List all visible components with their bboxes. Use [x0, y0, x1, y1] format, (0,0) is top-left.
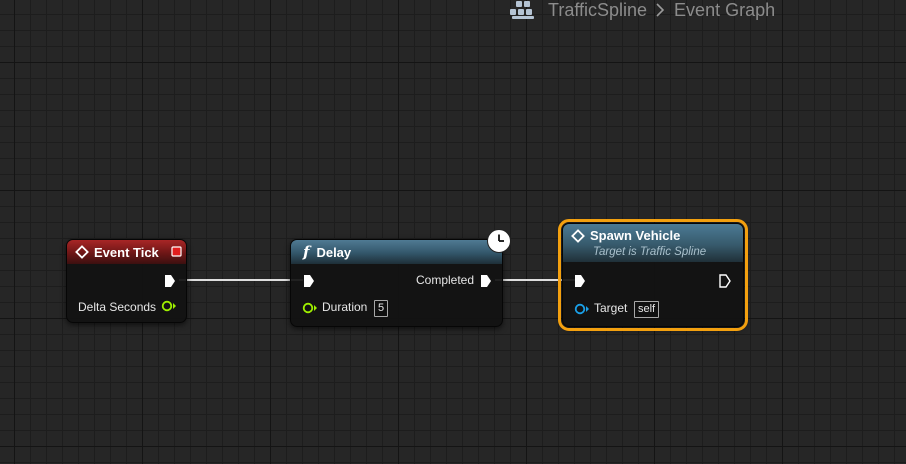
float-pin-icon[interactable] [302, 302, 318, 314]
spawn-vehicle-title: Spawn Vehicle [590, 228, 681, 243]
completed-label: Completed [416, 273, 475, 287]
event-diamond-icon [571, 229, 585, 243]
exec-in-pin[interactable] [574, 274, 586, 288]
float-pin-icon[interactable] [161, 300, 177, 312]
delay-title: Delay [316, 244, 352, 260]
connection-wires [179, 279, 575, 281]
duration-label: Duration [322, 300, 368, 314]
event-tick-header[interactable]: Event Tick [67, 240, 186, 264]
target-label: Target [594, 301, 628, 315]
spawn-vehicle-node[interactable]: Spawn Vehicle Target is Traffic Spline T… [558, 219, 748, 331]
delta-seconds-label: Delta Seconds [78, 300, 157, 314]
clock-icon [487, 229, 511, 253]
spawn-vehicle-subtitle: Target is Traffic Spline [593, 246, 707, 258]
exec-out-pin[interactable] [480, 274, 492, 288]
function-icon: f [303, 243, 310, 261]
event-tick-node[interactable]: Event Tick Delta Seconds [66, 239, 187, 323]
duration-input[interactable]: 5 [374, 300, 389, 317]
target-input[interactable]: self [634, 301, 660, 318]
exec-in-pin[interactable] [303, 274, 315, 288]
event-diamond-icon [75, 245, 89, 259]
delay-node[interactable]: f Delay Completed Duration 5 [290, 239, 503, 327]
delegate-pin-icon[interactable] [171, 246, 182, 257]
object-pin-icon[interactable] [574, 303, 590, 315]
exec-out-pin[interactable] [719, 274, 731, 288]
delay-header[interactable]: f Delay [291, 240, 502, 264]
exec-out-pin[interactable] [164, 274, 176, 288]
event-tick-title: Event Tick [94, 244, 159, 260]
